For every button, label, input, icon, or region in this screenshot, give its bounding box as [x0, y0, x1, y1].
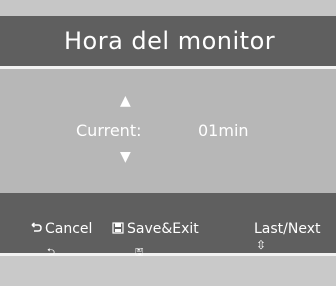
current-label: Current: — [76, 121, 142, 140]
page-title: Hora del monitor — [64, 27, 276, 55]
increase-arrow-icon[interactable]: ▲ — [120, 93, 131, 109]
footer-strip — [0, 256, 336, 286]
current-value: 01min — [198, 121, 249, 140]
save-exit-label: Save&Exit — [127, 221, 199, 237]
decrease-arrow-icon[interactable]: ▼ — [120, 149, 131, 165]
setting-panel: ▲ Current: 01min ▼ — [0, 69, 336, 193]
title-bar: Hora del monitor — [0, 16, 336, 69]
button-bar: Cancel Save&Exit Last/Next ⮌ 🖫 ⇳ — [0, 193, 336, 258]
cancel-button[interactable]: Cancel — [30, 221, 92, 237]
save-exit-button[interactable]: Save&Exit — [112, 221, 199, 237]
top-strip — [0, 0, 336, 16]
cancel-icon — [31, 222, 42, 232]
last-next-small-icon: ⇳ — [256, 238, 267, 252]
save-icon — [112, 222, 124, 234]
cancel-label: Cancel — [45, 221, 93, 237]
last-next-button[interactable]: Last/Next — [254, 221, 321, 237]
last-next-label: Last/Next — [254, 221, 321, 237]
